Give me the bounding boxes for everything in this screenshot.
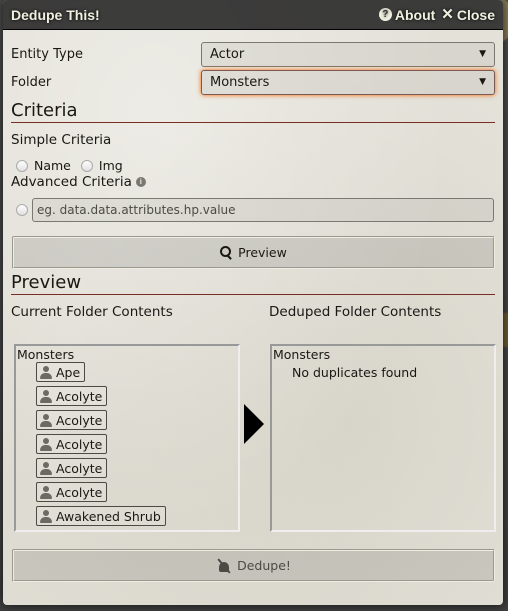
advanced-radio[interactable] — [16, 204, 28, 216]
actor-name: Acolyte — [56, 484, 103, 500]
preview-button-label: Preview — [238, 245, 287, 260]
deduped-folder-name: Monsters — [273, 347, 331, 362]
user-icon — [39, 413, 53, 427]
deduped-folder-heading: Deduped Folder Contents — [269, 304, 442, 320]
name-radio-label[interactable]: Name — [34, 158, 71, 173]
entity-type-select[interactable]: Actor ▼ — [201, 41, 495, 67]
user-icon — [39, 437, 53, 451]
arrow-right-icon — [244, 404, 264, 444]
name-radio[interactable] — [16, 159, 28, 172]
actor-item[interactable]: Acolyte — [36, 458, 108, 478]
close-button[interactable]: ✕ Close — [441, 7, 495, 23]
search-icon — [220, 246, 233, 259]
current-folder-heading: Current Folder Contents — [11, 304, 173, 320]
user-icon — [39, 509, 53, 523]
about-label: About — [394, 6, 436, 23]
advanced-criteria-input[interactable] — [32, 198, 494, 222]
current-folder-panel: Monsters Ape Acolyte Acolyte Acolyte Aco… — [14, 344, 240, 532]
deduped-folder-panel: Monsters No duplicates found — [270, 344, 496, 532]
actor-item[interactable]: Acolyte — [36, 410, 108, 430]
entity-type-label: Entity Type — [11, 46, 83, 62]
folder-select[interactable]: Monsters ▼ — [201, 69, 495, 95]
preview-column-headings: Current Folder Contents Deduped Folder C… — [11, 304, 495, 320]
actor-name: Awakened Shrub — [56, 508, 161, 524]
about-button[interactable]: ? About — [378, 6, 436, 23]
simple-criteria-options: Name Img — [11, 158, 495, 173]
preview-heading: Preview — [11, 272, 495, 295]
folder-row: Folder Monsters ▼ — [11, 68, 495, 96]
img-radio[interactable] — [80, 159, 93, 172]
actor-name: Acolyte — [56, 412, 103, 428]
preview-button[interactable]: Preview — [12, 236, 495, 269]
window-titlebar[interactable]: Dedupe This! ? About ✕ Close — [3, 0, 503, 30]
current-folder-name: Monsters — [17, 347, 75, 362]
actor-name: Ape — [56, 364, 81, 380]
user-icon — [39, 365, 53, 379]
folder-value: Monsters — [210, 74, 270, 90]
user-icon — [39, 485, 53, 499]
close-label: Close — [456, 6, 495, 23]
window-title: Dedupe This! — [11, 6, 100, 23]
entity-type-value: Actor — [210, 46, 245, 62]
question-circle-icon: ? — [378, 8, 392, 21]
actor-item[interactable]: Acolyte — [36, 386, 108, 406]
actor-item[interactable]: Acolyte — [36, 434, 108, 454]
actor-name: Acolyte — [56, 460, 103, 476]
current-actor-list: Ape Acolyte Acolyte Acolyte Acolyte Acol… — [17, 362, 237, 526]
criteria-heading: Criteria — [11, 100, 495, 123]
dedupe-button[interactable]: Dedupe! — [12, 549, 495, 582]
actor-item[interactable]: Awakened Shrub — [36, 506, 166, 526]
img-radio-label[interactable]: Img — [99, 158, 123, 173]
dropdown-arrow-icon: ▼ — [479, 49, 486, 59]
dropdown-arrow-icon: ▼ — [479, 77, 486, 87]
no-duplicates-message: No duplicates found — [292, 365, 418, 380]
dedupe-button-label: Dedupe! — [237, 558, 291, 573]
user-icon — [39, 461, 53, 475]
actor-item[interactable]: Ape — [36, 362, 86, 382]
simple-criteria-heading: Simple Criteria — [11, 132, 112, 148]
dedupe-dialog: Dedupe This! ? About ✕ Close Entity Type… — [3, 0, 503, 605]
advanced-criteria-heading-row: Advanced Criteria i — [11, 174, 495, 190]
entity-type-row: Entity Type Actor ▼ — [11, 40, 495, 68]
advanced-criteria-row — [11, 198, 495, 222]
preview-panels: Monsters Ape Acolyte Acolyte Acolyte Aco… — [11, 344, 496, 534]
info-icon[interactable]: i — [135, 177, 146, 187]
user-icon — [39, 389, 53, 403]
advanced-criteria-heading: Advanced Criteria — [11, 174, 132, 190]
actor-name: Acolyte — [56, 388, 103, 404]
close-icon: ✕ — [441, 6, 454, 23]
folder-label: Folder — [11, 74, 52, 90]
actor-name: Acolyte — [56, 436, 103, 452]
actor-item[interactable]: Acolyte — [36, 482, 108, 502]
user-slash-icon — [216, 559, 232, 573]
